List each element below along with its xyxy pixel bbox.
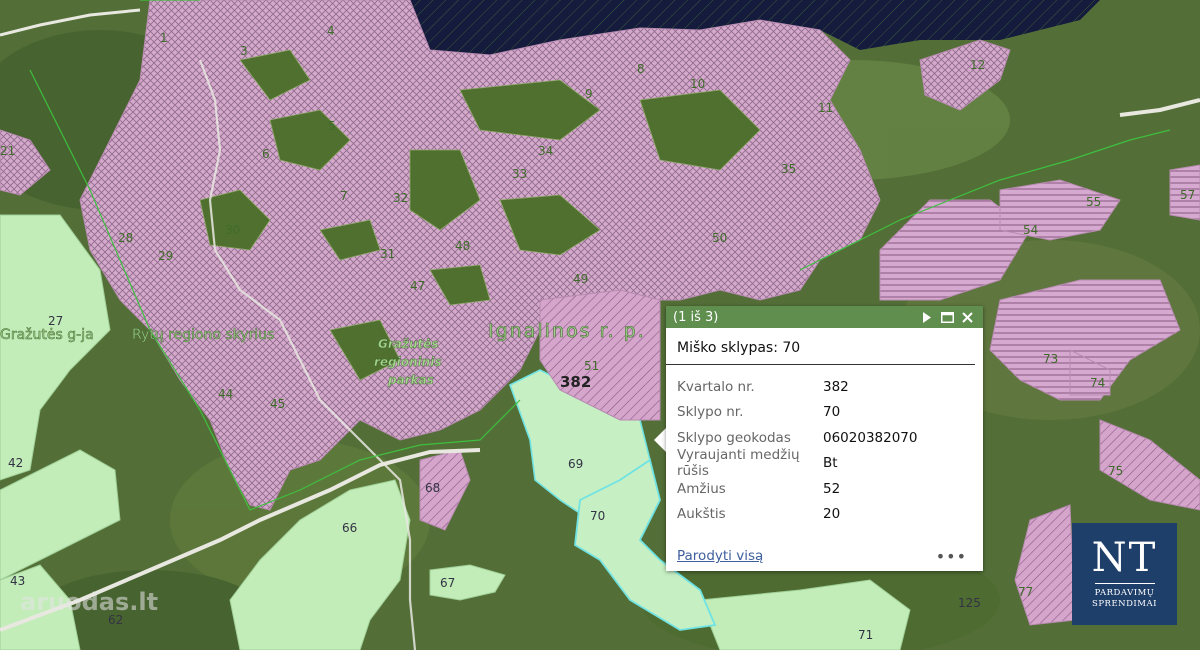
- close-icon: [961, 311, 973, 323]
- svg-text:50: 50: [712, 231, 727, 245]
- watermark: aruodas.lt: [20, 588, 159, 616]
- park-label-line3: parkas: [387, 373, 434, 387]
- svg-text:11: 11: [818, 101, 833, 115]
- nt-logo: NT PARDAVIMŲ SPRENDIMAI: [1072, 523, 1177, 625]
- svg-text:66: 66: [342, 521, 357, 535]
- svg-text:31: 31: [380, 247, 395, 261]
- attribute-label: Amžius: [677, 480, 726, 497]
- svg-text:10: 10: [690, 77, 705, 91]
- svg-text:67: 67: [440, 576, 455, 590]
- svg-text:21: 21: [0, 144, 15, 158]
- zoom-to-link[interactable]: Parodyti visą: [677, 548, 936, 564]
- svg-text:54: 54: [1023, 223, 1038, 237]
- maximize-button[interactable]: [937, 308, 957, 326]
- svg-text:1: 1: [160, 31, 168, 45]
- svg-text:7: 7: [340, 189, 348, 203]
- svg-text:57: 57: [1180, 188, 1195, 202]
- svg-text:43: 43: [10, 574, 25, 588]
- svg-text:12: 12: [970, 58, 985, 72]
- nt-logo-line2: SPRENDIMAI: [1092, 599, 1157, 609]
- more-horizontal-icon[interactable]: •••: [936, 547, 967, 566]
- svg-text:4: 4: [327, 24, 335, 38]
- attribute-value: Bt: [823, 455, 838, 472]
- svg-text:71: 71: [858, 628, 873, 642]
- park-label-line2: regioninis: [374, 355, 441, 369]
- attribute-value: 06020382070: [823, 429, 918, 446]
- feature-popup: (1 iš 3) Miško sklypas: 70 Kvartalo nr. …: [666, 306, 983, 571]
- svg-text:35: 35: [781, 162, 796, 176]
- svg-text:48: 48: [455, 239, 470, 253]
- svg-text:47: 47: [410, 279, 425, 293]
- svg-text:125: 125: [958, 596, 981, 610]
- attribute-row: Kvartalo nr. 382: [666, 374, 983, 400]
- maximize-icon: [940, 311, 954, 323]
- popup-feature-counter: (1 iš 3): [673, 309, 719, 325]
- popup-header: (1 iš 3): [666, 306, 983, 328]
- district-label: Ignalinos r. p.: [488, 320, 646, 342]
- attribute-label: Sklypo geokodas: [677, 429, 791, 446]
- svg-text:30: 30: [225, 223, 240, 237]
- attribute-row: Sklypo nr. 70: [666, 400, 983, 426]
- park-label-line1: Gražutės: [378, 337, 438, 351]
- svg-text:28: 28: [118, 231, 133, 245]
- forest-district-label: Gražutės g-ja: [0, 327, 94, 343]
- popup-footer: Parodyti visą •••: [666, 541, 983, 571]
- svg-text:51: 51: [584, 359, 599, 373]
- popup-title: Miško sklypas: 70: [666, 328, 975, 365]
- attribute-label: Aukštis: [677, 506, 726, 523]
- attribute-label: Vyraujanti medžių rūšis: [677, 447, 800, 480]
- svg-text:34: 34: [538, 144, 553, 158]
- svg-text:3: 3: [240, 44, 248, 58]
- department-label: Rytų regiono skyrius: [132, 327, 274, 343]
- svg-text:69: 69: [568, 457, 583, 471]
- svg-text:29: 29: [158, 249, 173, 263]
- attribute-label: Sklypo nr.: [677, 404, 744, 421]
- svg-text:27: 27: [48, 314, 63, 328]
- svg-text:45: 45: [270, 397, 285, 411]
- next-feature-button[interactable]: [917, 308, 937, 326]
- quarter-number-label: 382: [560, 373, 591, 391]
- attribute-value: 382: [823, 378, 849, 395]
- attribute-table: Kvartalo nr. 382 Sklypo nr. 70 Sklypo ge…: [666, 374, 983, 527]
- svg-text:32: 32: [393, 191, 408, 205]
- svg-text:55: 55: [1086, 195, 1101, 209]
- attribute-value: 70: [823, 404, 841, 421]
- svg-text:6: 6: [262, 147, 270, 161]
- attribute-row: Vyraujanti medžių rūšis Bt: [666, 447, 983, 479]
- attribute-row: Aukštis 20: [666, 502, 983, 528]
- nt-logo-line1: PARDAVIMŲ: [1094, 588, 1155, 598]
- svg-text:8: 8: [637, 62, 645, 76]
- svg-text:9: 9: [585, 87, 593, 101]
- attribute-value: 20: [823, 506, 841, 523]
- close-button[interactable]: [957, 308, 977, 326]
- map-canvas[interactable]: 1 3 4 5 6 7 8 9 10 11 12 21 28 29 30 31 …: [0, 0, 1200, 650]
- svg-text:75: 75: [1108, 464, 1123, 478]
- svg-text:70: 70: [590, 509, 605, 523]
- svg-text:33: 33: [512, 167, 527, 181]
- svg-text:42: 42: [8, 456, 23, 470]
- svg-text:5: 5: [328, 119, 336, 133]
- svg-text:73: 73: [1043, 352, 1058, 366]
- attribute-row: Amžius 52: [666, 476, 983, 502]
- svg-text:44: 44: [218, 387, 233, 401]
- attribute-value: 52: [823, 480, 841, 497]
- svg-text:49: 49: [573, 272, 588, 286]
- nt-logo-mark: NT: [1091, 535, 1158, 581]
- svg-text:68: 68: [425, 481, 440, 495]
- play-icon: [923, 311, 931, 323]
- attribute-label: Kvartalo nr.: [677, 378, 755, 395]
- popup-pointer: [654, 428, 666, 452]
- nt-logo-divider: [1094, 583, 1155, 584]
- svg-text:77: 77: [1018, 585, 1033, 599]
- svg-text:74: 74: [1090, 376, 1105, 390]
